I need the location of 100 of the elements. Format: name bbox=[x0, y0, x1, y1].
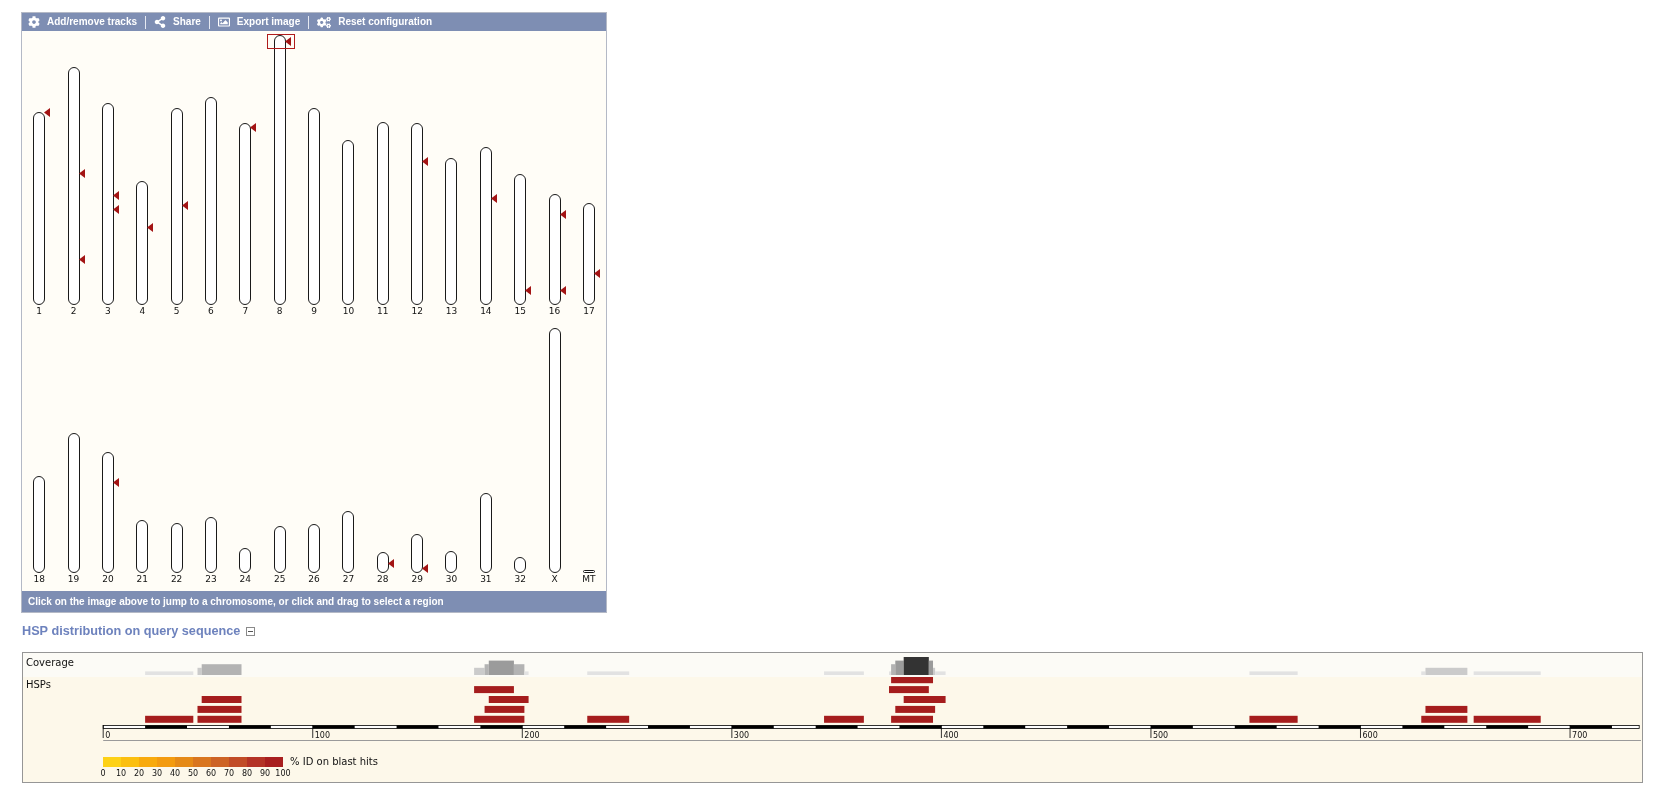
hsp-bar[interactable] bbox=[1473, 715, 1541, 723]
chromosome-label: 27 bbox=[342, 573, 355, 585]
chromosome-label: X bbox=[551, 573, 558, 585]
chromosome[interactable] bbox=[479, 147, 492, 305]
hsp-bar[interactable] bbox=[201, 696, 242, 703]
chromosome[interactable] bbox=[342, 139, 355, 305]
chromosome[interactable] bbox=[582, 203, 595, 305]
legend-title: % ID on blast hits bbox=[290, 756, 378, 768]
legend-tick-label: 100 bbox=[274, 769, 292, 778]
hsp-bar[interactable] bbox=[891, 715, 933, 723]
collapse-icon[interactable] bbox=[246, 626, 256, 636]
toolbar-button[interactable]: Share bbox=[154, 15, 201, 29]
chromosome-label: 6 bbox=[208, 305, 214, 317]
hsp-bar[interactable] bbox=[197, 705, 242, 713]
chromosome[interactable] bbox=[33, 476, 46, 573]
chromosome-label: MT bbox=[582, 573, 596, 585]
chromosome[interactable] bbox=[308, 524, 321, 573]
chromosome[interactable] bbox=[273, 35, 286, 305]
chromosome[interactable] bbox=[101, 103, 114, 305]
chromosome[interactable] bbox=[514, 557, 527, 573]
chromosome[interactable] bbox=[67, 66, 80, 305]
chromosome[interactable] bbox=[445, 551, 458, 573]
legend-tick-label: 0 bbox=[99, 769, 107, 778]
chromosome[interactable] bbox=[582, 570, 595, 573]
chromosome[interactable] bbox=[204, 97, 217, 305]
chromosome-label: 28 bbox=[377, 573, 389, 585]
karyotype-background[interactable]: 1 2 3 4 5 6 7 8 9 10 11 12 13 14 15 16 17 18 19 20 21 22 23 24 25 26 27 28 29 30 31 32 X MT bbox=[22, 31, 606, 591]
legend-tick-label: 30 bbox=[150, 769, 164, 778]
image-icon bbox=[217, 16, 230, 28]
legend-tick-label: 60 bbox=[204, 769, 218, 778]
chromosome[interactable] bbox=[548, 328, 561, 573]
chromosome[interactable] bbox=[204, 516, 217, 573]
chromosome-label: 17 bbox=[583, 305, 595, 317]
hsp-bar[interactable] bbox=[587, 715, 630, 723]
chromosome[interactable] bbox=[548, 194, 561, 305]
chromosome-label: 29 bbox=[411, 573, 423, 585]
hsp-bar[interactable] bbox=[903, 696, 946, 703]
hsp-bar[interactable] bbox=[474, 686, 514, 694]
chromosome[interactable] bbox=[376, 121, 389, 305]
marker-icon[interactable] bbox=[422, 157, 429, 167]
chromosome[interactable] bbox=[170, 107, 183, 305]
chromosome[interactable] bbox=[170, 522, 183, 573]
marker-icon[interactable] bbox=[112, 478, 119, 488]
chromosome[interactable] bbox=[239, 122, 252, 305]
chromosome[interactable] bbox=[67, 433, 80, 573]
chromosome-label: 21 bbox=[136, 573, 148, 585]
chromosome[interactable] bbox=[376, 551, 389, 573]
marker-icon[interactable] bbox=[525, 286, 532, 296]
hsp-bar[interactable] bbox=[484, 705, 525, 713]
chromosome[interactable] bbox=[342, 510, 355, 573]
legend-tick-label: 40 bbox=[168, 769, 182, 778]
marker-icon[interactable] bbox=[147, 223, 154, 233]
marker-icon[interactable] bbox=[387, 559, 394, 569]
marker-icon[interactable] bbox=[44, 108, 51, 117]
chromosome[interactable] bbox=[136, 519, 149, 573]
chromosome[interactable] bbox=[514, 173, 527, 305]
toolbar-button[interactable]: Reset configuration bbox=[317, 15, 433, 29]
marker-icon[interactable] bbox=[284, 36, 291, 46]
hsp-bar[interactable] bbox=[488, 696, 529, 703]
hsp-bar[interactable] bbox=[197, 715, 242, 723]
toolbar-button[interactable]: Export image bbox=[217, 15, 301, 29]
axis-tick-label: 500 bbox=[1152, 730, 1169, 740]
marker-icon[interactable] bbox=[112, 205, 119, 215]
chromosome-label: 11 bbox=[377, 305, 389, 317]
chromosome[interactable] bbox=[273, 526, 286, 573]
hsp-bar[interactable] bbox=[889, 686, 929, 694]
toolbar-button[interactable]: Add/remove tracks bbox=[28, 15, 138, 29]
chromosome[interactable] bbox=[308, 108, 321, 305]
chromosome[interactable] bbox=[445, 158, 458, 305]
hsp-bar[interactable] bbox=[895, 705, 936, 713]
legend-tick-label: 80 bbox=[240, 769, 254, 778]
hsp-bar[interactable] bbox=[1425, 705, 1468, 713]
legend-tick-label: 10 bbox=[114, 769, 128, 778]
axis-tick-label: 600 bbox=[1362, 730, 1378, 740]
chromosome-label: 10 bbox=[342, 305, 355, 317]
marker-icon[interactable] bbox=[559, 209, 566, 219]
marker-icon[interactable] bbox=[559, 285, 566, 295]
chromosome[interactable] bbox=[239, 547, 252, 573]
marker-icon[interactable] bbox=[78, 169, 85, 179]
marker-icon[interactable] bbox=[593, 268, 600, 278]
chromosome[interactable] bbox=[411, 534, 424, 573]
marker-icon[interactable] bbox=[181, 201, 188, 211]
chromosome[interactable] bbox=[411, 122, 424, 305]
marker-icon[interactable] bbox=[78, 254, 85, 264]
marker-icon[interactable] bbox=[112, 191, 119, 201]
chromosome-label: 12 bbox=[411, 305, 423, 317]
hsp-bar[interactable] bbox=[145, 715, 194, 723]
chromosome[interactable] bbox=[101, 451, 114, 573]
hsp-bar[interactable] bbox=[474, 715, 525, 723]
chromosome-label: 15 bbox=[514, 305, 526, 317]
marker-icon[interactable] bbox=[490, 193, 497, 203]
marker-icon[interactable] bbox=[422, 563, 429, 573]
chromosome[interactable] bbox=[136, 180, 149, 305]
chromosome[interactable] bbox=[33, 112, 46, 305]
marker-icon[interactable] bbox=[250, 122, 257, 132]
hsp-bar[interactable] bbox=[824, 715, 864, 723]
hsp-bar[interactable] bbox=[1421, 715, 1468, 723]
chromosome[interactable] bbox=[479, 492, 492, 573]
hsp-bar[interactable] bbox=[1249, 715, 1298, 723]
chromosome-label: 25 bbox=[273, 573, 286, 585]
